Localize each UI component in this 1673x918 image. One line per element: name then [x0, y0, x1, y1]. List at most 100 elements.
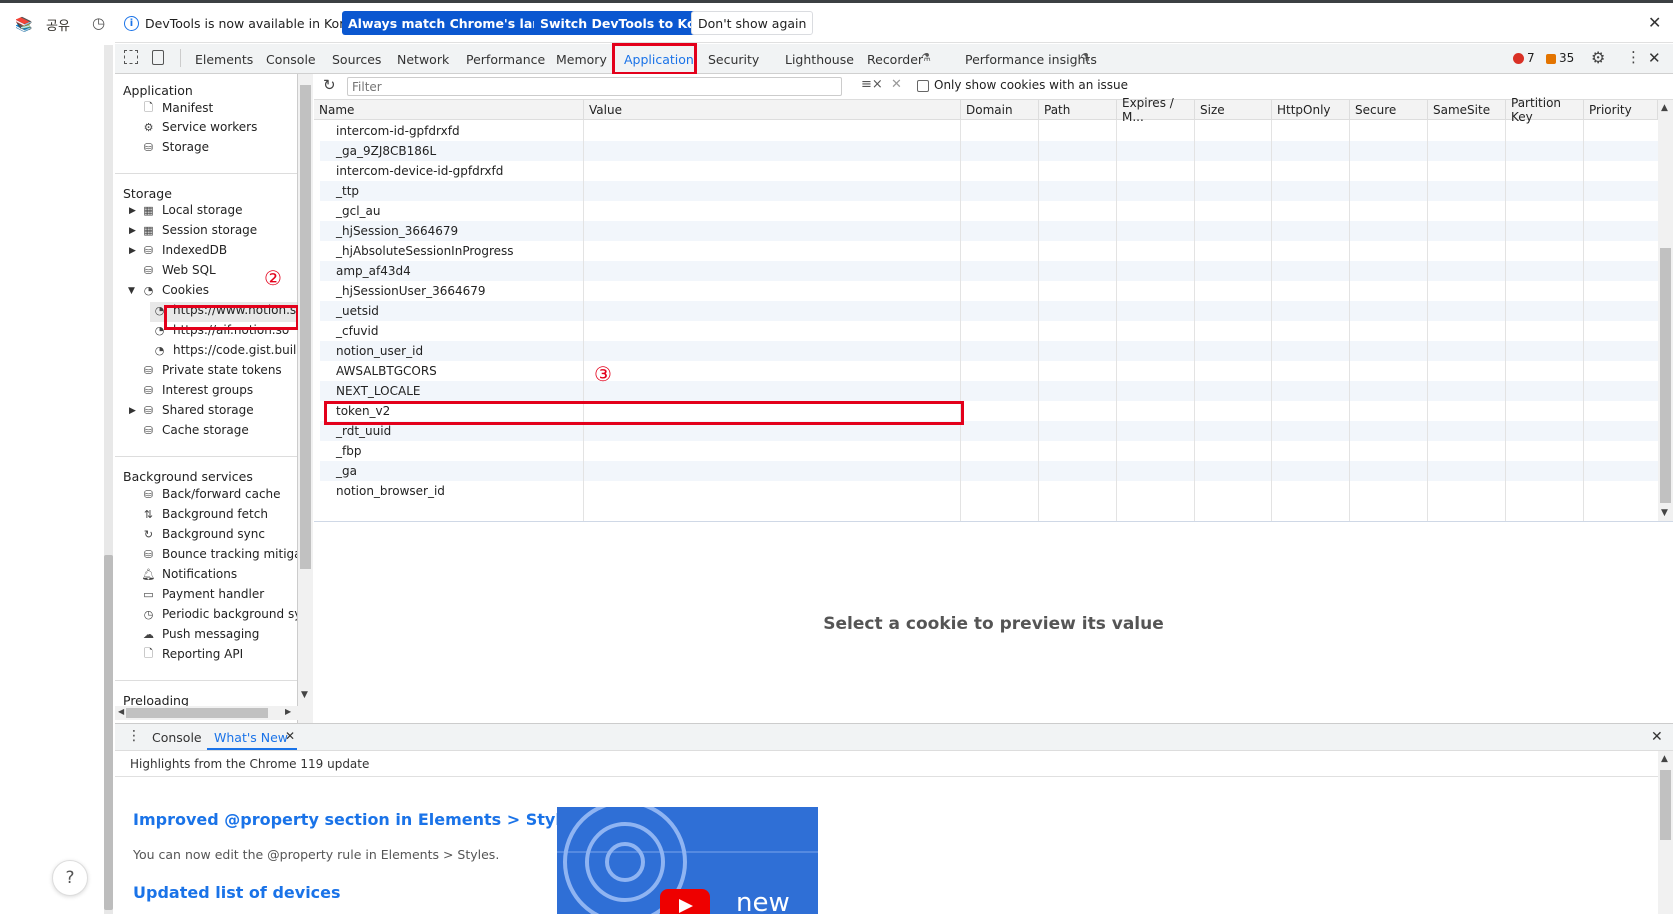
- column-header-path[interactable]: Path: [1039, 100, 1117, 120]
- expand-arrow-icon[interactable]: ▶: [129, 226, 136, 236]
- sidebar-item-local-storage[interactable]: ▦ Local storage: [142, 203, 242, 217]
- column-header-size[interactable]: Size: [1195, 100, 1272, 120]
- sidebar-item-reporting-api[interactable]: 🗋 Reporting API: [142, 647, 243, 662]
- help-button[interactable]: ?: [52, 860, 88, 896]
- sidebar-item-payment-handler[interactable]: ▭ Payment handler: [142, 587, 264, 601]
- sidebar-item-private-state-tokens[interactable]: ⛁ Private state tokens: [142, 363, 282, 377]
- filter-input[interactable]: [347, 77, 842, 96]
- table-row[interactable]: [320, 161, 1658, 181]
- column-header-samesite[interactable]: SameSite: [1428, 100, 1506, 120]
- sidebar-item-storage[interactable]: ⛁ Storage: [142, 140, 209, 154]
- device-toolbar-icon[interactable]: [152, 50, 164, 65]
- tab-recorder[interactable]: Recorder: [867, 44, 923, 74]
- table-row[interactable]: [320, 341, 1658, 361]
- drawer-menu-icon[interactable]: ⋮: [127, 728, 141, 744]
- tab-elements[interactable]: Elements: [195, 44, 253, 74]
- sidebar-item-cookie-gist[interactable]: ◔ https://code.gist.build: [153, 343, 297, 357]
- expand-arrow-icon[interactable]: ▶: [129, 406, 136, 416]
- column-header-name[interactable]: Name: [314, 100, 584, 120]
- only-issues-checkbox[interactable]: [917, 80, 929, 92]
- sidebar-item-periodic-background-sync[interactable]: ◷ Periodic background sync: [142, 607, 297, 621]
- sidebar-item-cache-storage[interactable]: ⛁ Cache storage: [142, 423, 249, 437]
- tab-console[interactable]: Console: [266, 44, 316, 74]
- table-scrollbar-thumb[interactable]: [1660, 248, 1671, 503]
- table-row[interactable]: [320, 201, 1658, 221]
- sidebar-item-shared-storage[interactable]: ⛁ Shared storage: [142, 403, 254, 417]
- close-devtools-icon[interactable]: ✕: [1648, 49, 1661, 67]
- sidebar-item-bounce-tracking[interactable]: ⛁ Bounce tracking mitigatic: [142, 547, 297, 561]
- sidebar-scrollbar-thumb[interactable]: [300, 85, 311, 569]
- table-row[interactable]: [320, 241, 1658, 261]
- table-row[interactable]: [320, 221, 1658, 241]
- scroll-up-arrow-icon[interactable]: ▲: [1661, 754, 1668, 764]
- whats-new-headline-property[interactable]: Improved @property section in Elements >…: [133, 810, 581, 829]
- scroll-down-arrow-icon[interactable]: ▼: [1661, 508, 1668, 518]
- sidebar-item-push-messaging[interactable]: ☁ Push messaging: [142, 627, 259, 641]
- column-header-expires[interactable]: Expires / M...: [1117, 96, 1195, 124]
- whats-new-headline-devices[interactable]: Updated list of devices: [133, 883, 341, 902]
- expand-arrow-icon[interactable]: ▶: [129, 246, 136, 256]
- table-row[interactable]: [320, 301, 1658, 321]
- column-header-partition-key[interactable]: Partition Key: [1506, 96, 1584, 124]
- delete-selected-icon[interactable]: ✕: [891, 77, 902, 92]
- sidebar-horizontal-thumb[interactable]: [126, 708, 268, 718]
- scroll-right-arrow-icon[interactable]: ▶: [285, 707, 291, 716]
- settings-gear-icon[interactable]: ⚙: [1591, 48, 1605, 67]
- column-header-httponly[interactable]: HttpOnly: [1272, 100, 1350, 120]
- scroll-left-arrow-icon[interactable]: ◀: [118, 707, 124, 716]
- column-header-domain[interactable]: Domain: [961, 100, 1039, 120]
- table-row[interactable]: [320, 461, 1658, 481]
- drawer-tab-console[interactable]: Console: [152, 730, 202, 745]
- table-row[interactable]: [320, 481, 1658, 501]
- scroll-up-arrow-icon[interactable]: ▲: [1661, 103, 1668, 113]
- clear-all-cookies-icon[interactable]: ≡×: [861, 77, 883, 92]
- refresh-icon[interactable]: ↻: [323, 76, 336, 94]
- sidebar-item-interest-groups[interactable]: ⛁ Interest groups: [142, 383, 253, 397]
- dont-show-again-button[interactable]: Don't show again: [691, 11, 814, 35]
- tab-security[interactable]: Security: [708, 44, 759, 74]
- share-button[interactable]: 공유: [46, 15, 70, 34]
- close-whats-new-icon[interactable]: ✕: [285, 729, 295, 743]
- table-row[interactable]: [320, 281, 1658, 301]
- drawer-scrollbar-thumb[interactable]: [1660, 770, 1671, 840]
- expand-arrow-icon[interactable]: ▶: [129, 206, 136, 216]
- table-row[interactable]: [320, 181, 1658, 201]
- tab-lighthouse[interactable]: Lighthouse: [785, 44, 854, 74]
- table-row[interactable]: [320, 141, 1658, 161]
- table-row[interactable]: [320, 361, 1658, 381]
- page-emoji-icon[interactable]: 📚: [15, 17, 32, 33]
- sidebar-item-service-workers[interactable]: ⚙ Service workers: [142, 120, 258, 134]
- error-icon[interactable]: [1513, 53, 1524, 64]
- tab-sources[interactable]: Sources: [332, 44, 381, 74]
- sidebar-item-bfcache[interactable]: ⛁ Back/forward cache: [142, 487, 281, 501]
- history-icon[interactable]: ◷: [92, 14, 105, 32]
- page-scrollbar-thumb[interactable]: [104, 555, 113, 910]
- sidebar-item-web-sql[interactable]: ⛁ Web SQL: [142, 263, 216, 277]
- sidebar-item-indexeddb[interactable]: ⛁ IndexedDB: [142, 243, 227, 257]
- column-header-priority[interactable]: Priority: [1584, 100, 1658, 120]
- error-count[interactable]: 7: [1527, 51, 1535, 65]
- sidebar-item-notifications[interactable]: 🔔︎ Notifications: [142, 567, 238, 581]
- table-row[interactable]: [320, 381, 1658, 401]
- close-drawer-icon[interactable]: ✕: [1651, 729, 1663, 745]
- column-header-value[interactable]: Value: [584, 100, 961, 120]
- table-row[interactable]: [320, 261, 1658, 281]
- tab-performance-insights[interactable]: Performance insights: [965, 44, 1097, 74]
- tab-performance[interactable]: Performance: [466, 44, 545, 74]
- warning-count[interactable]: 35: [1559, 51, 1574, 65]
- table-row[interactable]: [320, 441, 1658, 461]
- sidebar-item-background-fetch[interactable]: ⇅ Background fetch: [142, 507, 268, 521]
- scroll-down-arrow-icon[interactable]: ▼: [301, 690, 308, 700]
- table-row[interactable]: [320, 321, 1658, 341]
- inspect-element-icon[interactable]: [124, 50, 138, 64]
- tab-network[interactable]: Network: [397, 44, 449, 74]
- sidebar-item-manifest[interactable]: 🗋 Manifest: [142, 101, 213, 116]
- sidebar-item-cookies[interactable]: ◔ Cookies: [142, 283, 209, 297]
- drawer-tab-whats-new[interactable]: What's New: [214, 730, 288, 745]
- column-header-secure[interactable]: Secure: [1350, 100, 1428, 120]
- close-infobar-icon[interactable]: ✕: [1648, 13, 1661, 32]
- table-row[interactable]: [320, 121, 1658, 141]
- tab-memory[interactable]: Memory: [556, 44, 607, 74]
- warning-icon[interactable]: [1546, 54, 1556, 64]
- sidebar-item-background-sync[interactable]: ↻ Background sync: [142, 527, 265, 541]
